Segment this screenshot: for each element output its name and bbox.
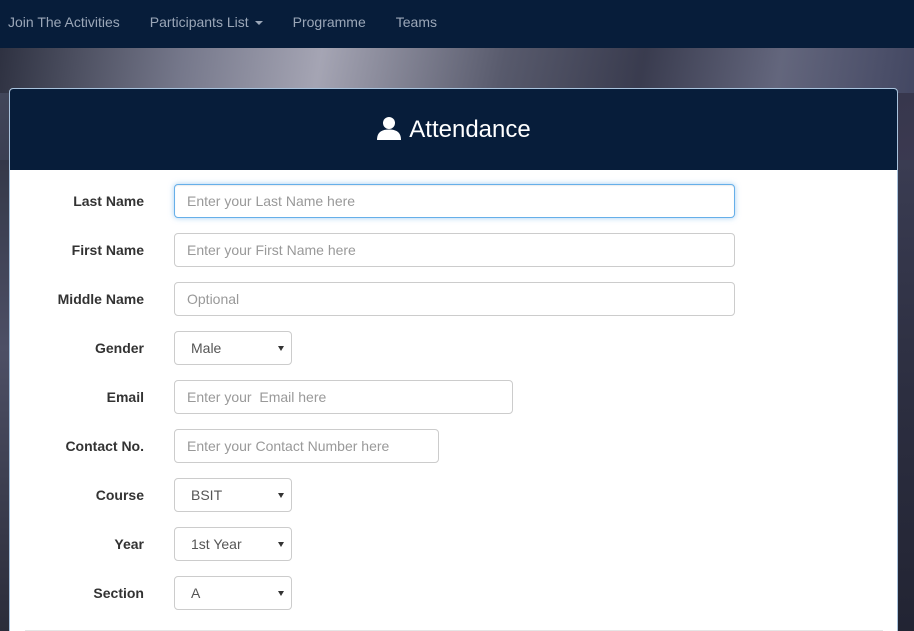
email-label: Email (106, 389, 144, 405)
panel-title: Attendance (409, 115, 531, 143)
middle-name-input[interactable] (174, 282, 735, 316)
year-row: Year 1st Year (10, 527, 897, 561)
dropdown-arrow-icon (278, 591, 284, 596)
nav-participants-list[interactable]: Participants List (135, 0, 278, 48)
middle-name-label: Middle Name (57, 291, 144, 307)
year-label: Year (114, 536, 144, 552)
gender-select[interactable]: Male (174, 331, 292, 365)
last-name-row: Last Name (10, 184, 897, 218)
last-name-label: Last Name (73, 193, 144, 209)
caret-down-icon (254, 21, 263, 26)
course-row: Course BSIT (10, 478, 897, 512)
section-selected-value: A (191, 585, 201, 601)
course-label: Course (95, 487, 144, 503)
course-select[interactable]: BSIT (174, 478, 292, 512)
dropdown-arrow-icon (278, 542, 284, 547)
dropdown-arrow-icon (278, 346, 284, 351)
email-row: Email (10, 380, 897, 414)
dropdown-arrow-icon (278, 493, 284, 498)
course-selected-value: BSIT (191, 487, 223, 503)
year-select[interactable]: 1st Year (174, 527, 292, 561)
background-image (0, 48, 914, 93)
contact-row: Contact No. (10, 429, 897, 463)
middle-name-row: Middle Name (10, 282, 897, 316)
year-selected-value: 1st Year (191, 536, 242, 552)
contact-input[interactable] (174, 429, 439, 463)
first-name-input[interactable] (174, 233, 735, 267)
nav-teams[interactable]: Teams (381, 0, 452, 48)
first-name-row: First Name (10, 233, 897, 267)
section-select[interactable]: A (174, 576, 292, 610)
gender-row: Gender Male (10, 331, 897, 365)
email-input[interactable] (174, 380, 513, 414)
nav-teams-label: Teams (395, 14, 437, 30)
nav-programme-label: Programme (292, 14, 366, 30)
attendance-panel: Attendance Last Name First Name Middle N… (9, 88, 898, 631)
contact-label: Contact No. (65, 438, 144, 454)
last-name-input[interactable] (174, 184, 735, 218)
nav-join-activities[interactable]: Join The Activities (0, 0, 135, 48)
background-image-right (896, 160, 914, 631)
section-row: Section A (10, 576, 897, 610)
section-label: Section (93, 585, 144, 601)
gender-selected-value: Male (191, 340, 222, 356)
nav-programme[interactable]: Programme (278, 0, 381, 48)
panel-heading: Attendance (10, 89, 897, 170)
first-name-label: First Name (71, 242, 144, 258)
user-icon (377, 116, 402, 140)
gender-label: Gender (94, 340, 144, 356)
nav-participants-list-label: Participants List (149, 14, 249, 30)
nav-join-activities-label: Join The Activities (8, 14, 120, 30)
top-navbar: Join The Activities Participants List Pr… (0, 0, 914, 48)
